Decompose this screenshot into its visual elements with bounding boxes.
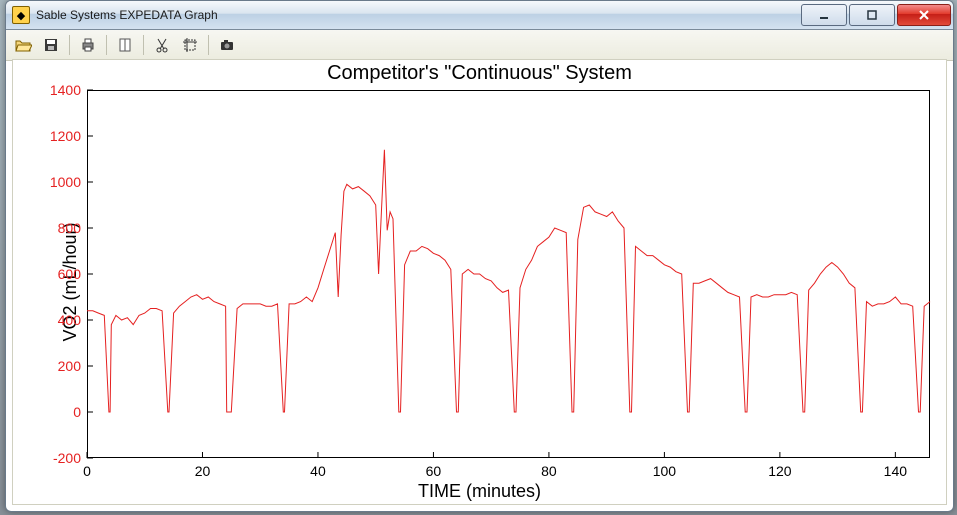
- maximize-icon: [866, 9, 878, 21]
- print-icon: [80, 37, 96, 53]
- crop-button[interactable]: [177, 33, 203, 57]
- svg-text:20: 20: [195, 463, 211, 479]
- cut-button[interactable]: [149, 33, 175, 57]
- svg-text:60: 60: [426, 463, 442, 479]
- window-title: Sable Systems EXPEDATA Graph: [36, 8, 799, 22]
- minimize-button[interactable]: [801, 4, 847, 26]
- svg-text:0: 0: [83, 463, 91, 479]
- svg-text:80: 80: [541, 463, 557, 479]
- svg-text:40: 40: [310, 463, 326, 479]
- open-icon: [14, 37, 32, 53]
- plot-area[interactable]: 020406080100120140-200020040060080010001…: [87, 90, 930, 458]
- app-window: ◆ Sable Systems EXPEDATA Graph: [5, 0, 954, 512]
- close-button[interactable]: [897, 4, 951, 26]
- svg-text:100: 100: [653, 463, 677, 479]
- svg-text:800: 800: [58, 220, 82, 236]
- plot-svg: 020406080100120140-200020040060080010001…: [87, 90, 930, 458]
- chart-area: Competitor's "Continuous" System VO2 (mL…: [12, 59, 947, 505]
- print-button[interactable]: [75, 33, 101, 57]
- svg-text:1200: 1200: [50, 128, 81, 144]
- save-icon: [43, 37, 59, 53]
- maximize-button[interactable]: [849, 4, 895, 26]
- chart-title: Competitor's "Continuous" System: [13, 62, 946, 85]
- page-setup-icon: [117, 37, 133, 53]
- page-setup-button[interactable]: [112, 33, 138, 57]
- svg-text:0: 0: [73, 404, 81, 420]
- close-icon: [918, 9, 930, 21]
- svg-text:140: 140: [884, 463, 908, 479]
- minimize-icon: [818, 9, 830, 21]
- camera-icon: [219, 38, 235, 52]
- save-button[interactable]: [38, 33, 64, 57]
- open-button[interactable]: [10, 33, 36, 57]
- svg-text:1400: 1400: [50, 82, 81, 98]
- snapshot-button[interactable]: [214, 33, 240, 57]
- svg-text:200: 200: [58, 358, 82, 374]
- x-axis-label: TIME (minutes): [13, 481, 946, 502]
- cut-icon: [154, 37, 170, 53]
- svg-text:600: 600: [58, 266, 82, 282]
- svg-text:120: 120: [768, 463, 792, 479]
- svg-text:400: 400: [58, 312, 82, 328]
- svg-text:1000: 1000: [50, 174, 81, 190]
- toolbar: [6, 30, 953, 61]
- svg-text:-200: -200: [53, 450, 81, 466]
- title-bar[interactable]: ◆ Sable Systems EXPEDATA Graph: [6, 1, 953, 30]
- app-icon: ◆: [12, 6, 30, 24]
- crop-icon: [182, 37, 198, 53]
